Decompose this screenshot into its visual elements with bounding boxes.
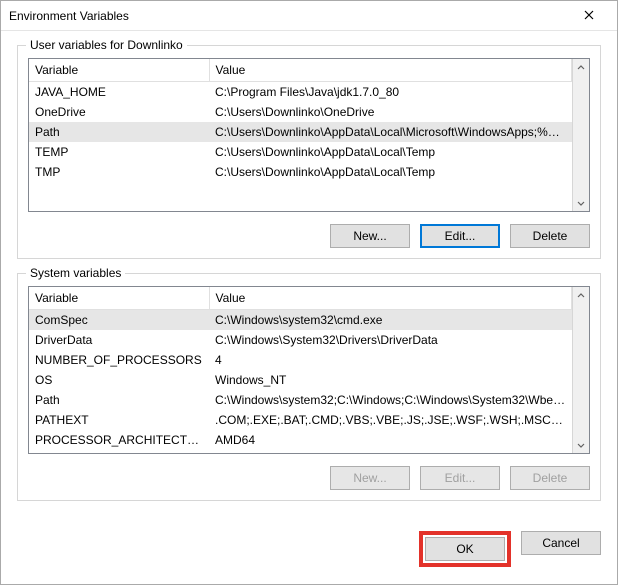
table-row[interactable]: ComSpec C:\Windows\system32\cmd.exe bbox=[29, 310, 572, 331]
table-row[interactable]: TMP C:\Users\Downlinko\AppData\Local\Tem… bbox=[29, 162, 572, 182]
scroll-up-button[interactable] bbox=[573, 287, 589, 304]
scroll-track[interactable] bbox=[573, 304, 589, 436]
chevron-up-icon bbox=[577, 289, 585, 303]
scroll-track[interactable] bbox=[573, 76, 589, 194]
system-vars-label: System variables bbox=[26, 266, 125, 280]
ok-button[interactable]: OK bbox=[425, 537, 505, 561]
edit-button[interactable]: Edit... bbox=[420, 224, 500, 248]
new-button[interactable]: New... bbox=[330, 224, 410, 248]
close-button[interactable] bbox=[569, 2, 609, 30]
table-row[interactable]: JAVA_HOME C:\Program Files\Java\jdk1.7.0… bbox=[29, 82, 572, 103]
scroll-up-button[interactable] bbox=[573, 59, 589, 76]
table-row[interactable]: PROCESSOR_ARCHITECTURE AMD64 bbox=[29, 430, 572, 450]
cancel-button[interactable]: Cancel bbox=[521, 531, 601, 555]
table-row[interactable]: OS Windows_NT bbox=[29, 370, 572, 390]
dialog-content: User variables for Downlinko Variable Va… bbox=[1, 31, 617, 523]
dialog-buttons: OK Cancel bbox=[1, 523, 617, 579]
scroll-down-button[interactable] bbox=[573, 436, 589, 453]
chevron-up-icon bbox=[577, 61, 585, 75]
user-vars-buttons: New... Edit... Delete bbox=[28, 224, 590, 248]
system-vars-buttons: New... Edit... Delete bbox=[28, 466, 590, 490]
titlebar: Environment Variables bbox=[1, 1, 617, 31]
table-row[interactable]: DriverData C:\Windows\System32\Drivers\D… bbox=[29, 330, 572, 350]
scrollbar[interactable] bbox=[572, 287, 589, 453]
table-row[interactable]: NUMBER_OF_PROCESSORS 4 bbox=[29, 350, 572, 370]
table-row[interactable]: Path C:\Windows\system32;C:\Windows;C:\W… bbox=[29, 390, 572, 410]
user-vars-label: User variables for Downlinko bbox=[26, 38, 187, 52]
table-row[interactable]: OneDrive C:\Users\Downlinko\OneDrive bbox=[29, 102, 572, 122]
table-row[interactable]: Path C:\Users\Downlinko\AppData\Local\Mi… bbox=[29, 122, 572, 142]
chevron-down-icon bbox=[577, 438, 585, 452]
column-header-variable[interactable]: Variable bbox=[29, 59, 209, 82]
new-button[interactable]: New... bbox=[330, 466, 410, 490]
system-vars-table[interactable]: Variable Value ComSpec C:\Windows\system… bbox=[28, 286, 590, 454]
column-header-variable[interactable]: Variable bbox=[29, 287, 209, 310]
scrollbar[interactable] bbox=[572, 59, 589, 211]
table-row[interactable]: TEMP C:\Users\Downlinko\AppData\Local\Te… bbox=[29, 142, 572, 162]
window-title: Environment Variables bbox=[9, 9, 569, 23]
column-header-value[interactable]: Value bbox=[209, 59, 572, 82]
delete-button[interactable]: Delete bbox=[510, 466, 590, 490]
edit-button[interactable]: Edit... bbox=[420, 466, 500, 490]
scroll-down-button[interactable] bbox=[573, 194, 589, 211]
delete-button[interactable]: Delete bbox=[510, 224, 590, 248]
close-icon bbox=[584, 9, 594, 23]
table-row[interactable]: PATHEXT .COM;.EXE;.BAT;.CMD;.VBS;.VBE;.J… bbox=[29, 410, 572, 430]
chevron-down-icon bbox=[577, 196, 585, 210]
user-variables-group: User variables for Downlinko Variable Va… bbox=[17, 45, 601, 259]
user-vars-table[interactable]: Variable Value JAVA_HOME C:\Program File… bbox=[28, 58, 590, 212]
ok-highlight: OK bbox=[419, 531, 511, 567]
system-variables-group: System variables Variable Value ComSpec … bbox=[17, 273, 601, 501]
column-header-value[interactable]: Value bbox=[209, 287, 572, 310]
